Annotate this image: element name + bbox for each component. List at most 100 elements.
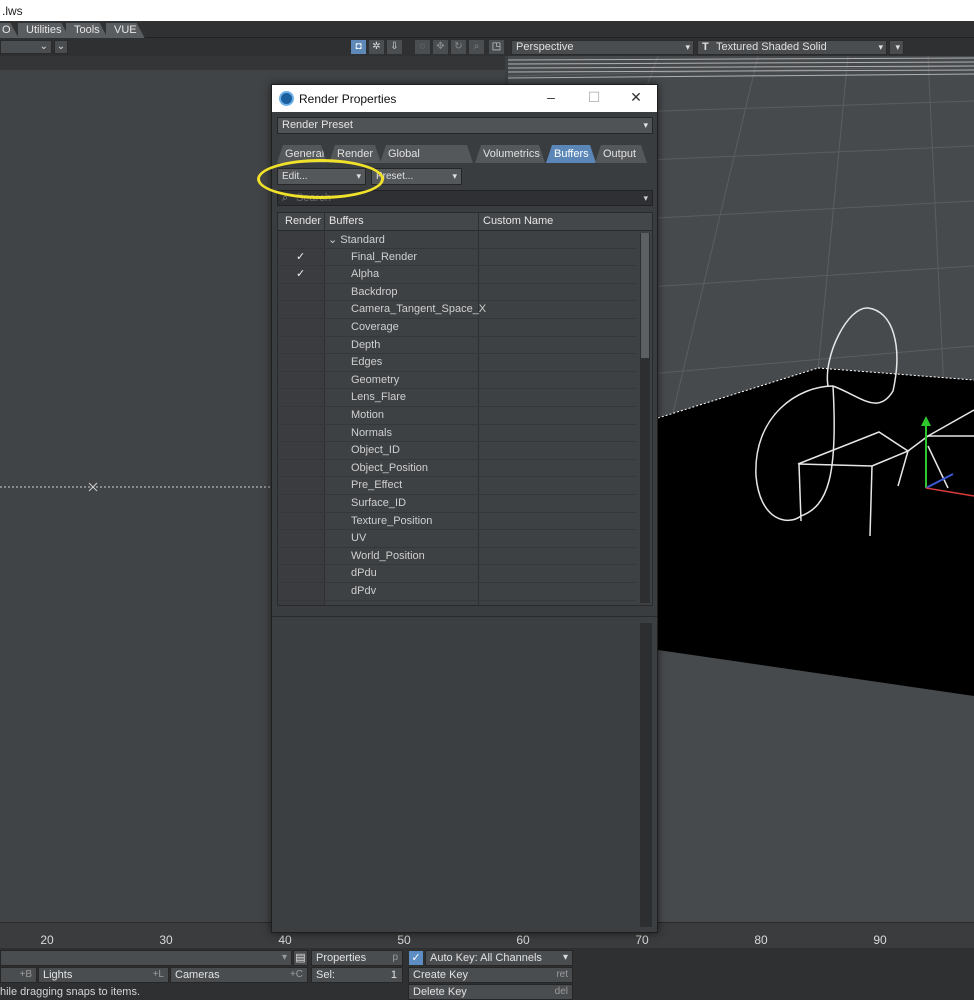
render-check-icon[interactable]: ✓	[296, 267, 305, 280]
zoom-icon[interactable]: ⌕	[469, 40, 484, 54]
circle-icon[interactable]: ◌	[415, 40, 430, 54]
dialog-title: Render Properties	[299, 92, 397, 106]
buffer-name: Final_Render	[351, 250, 418, 263]
selection-count: Sel: 1	[311, 967, 403, 983]
table-header: Render Buffers Custom Name	[278, 213, 652, 231]
table-row[interactable]: Lens_Flare	[278, 389, 636, 407]
menu-tab-tools[interactable]: Tools	[66, 23, 108, 38]
auto-key-dropdown[interactable]: Auto Key: All Channels ▾	[425, 950, 573, 966]
buffer-name: Depth	[351, 338, 381, 351]
render-preset-label: Render Preset	[282, 119, 353, 131]
cameras-label: Cameras	[175, 969, 220, 981]
chevron-down-icon: ⌄	[328, 234, 341, 246]
auto-key-label: Auto Key: All Channels	[430, 952, 542, 964]
table-row[interactable]: ✓ Final_Render	[278, 249, 636, 267]
chevron-down-icon: ▾	[643, 120, 648, 130]
properties-button[interactable]: Properties p	[311, 950, 403, 966]
lights-button[interactable]: Lights +L	[38, 967, 169, 983]
timeline-tick: 20	[40, 933, 54, 947]
timeline-tick: 30	[159, 933, 173, 947]
maximize-icon[interactable]: ☐	[584, 89, 604, 107]
shortcut-label: ret	[556, 969, 568, 980]
buffer-name: Surface_ID	[351, 497, 407, 509]
tab-buffers[interactable]: Buffers	[546, 145, 596, 163]
buffer-name: World_Position	[351, 549, 425, 562]
table-row[interactable]: Camera_Tangent_Space_X	[278, 301, 636, 319]
left-viewport-dropdown[interactable]: ⌄	[0, 40, 52, 54]
table-row[interactable]: Depth	[278, 337, 636, 355]
table-row[interactable]: dPdv	[278, 583, 636, 601]
table-row[interactable]: dPdu	[278, 565, 636, 583]
viewport-shading-label: Textured Shaded Solid	[716, 41, 827, 53]
group-label: Standard	[340, 234, 385, 246]
viewport-projection-label: Perspective	[516, 41, 574, 53]
table-row[interactable]: Motion	[278, 407, 636, 425]
tab-volumetrics[interactable]: Volumetrics	[475, 145, 545, 163]
buffer-name: Camera_Tangent_Space_X	[351, 303, 487, 316]
table-row[interactable]: UV	[278, 530, 636, 548]
left-viewport-options-dropdown[interactable]: ⌄	[54, 40, 68, 54]
table-row[interactable]: Geometry	[278, 372, 636, 390]
table-scrollbar-thumb[interactable]	[641, 233, 649, 358]
move-icon[interactable]: ✥	[433, 40, 448, 54]
tab-global-illumination[interactable]: Global Illumination	[380, 145, 473, 163]
menu-tab-o[interactable]: O	[0, 23, 19, 38]
table-row[interactable]: Edges	[278, 354, 636, 372]
group-row-standard[interactable]: ⌄ Standard	[278, 231, 636, 249]
table-row[interactable]: Normals	[278, 425, 636, 443]
maximize-icon[interactable]: ◳	[489, 40, 504, 54]
table-row[interactable]: Backdrop	[278, 284, 636, 302]
table-row[interactable]: Texture_Position	[278, 513, 636, 531]
panel-scrollbar[interactable]	[640, 623, 652, 927]
render-preset-dropdown[interactable]: Render Preset ▾	[277, 117, 653, 134]
buffer-name: Pre_Effect	[351, 479, 403, 492]
preset-dropdown[interactable]: Preset... ▾	[371, 168, 462, 185]
tab-output[interactable]: Output	[595, 145, 647, 163]
annotation-highlight-ellipse	[257, 159, 384, 199]
table-row[interactable]: Coverage	[278, 319, 636, 337]
buffer-name: Alpha	[351, 268, 380, 281]
item-selector-dropdown[interactable]: ▾	[0, 950, 292, 966]
table-row[interactable]: ✓ Alpha	[278, 266, 636, 284]
cameras-button[interactable]: Cameras +C	[170, 967, 308, 983]
chevron-down-icon: ▾	[643, 193, 648, 203]
buffer-name: Lens_Flare	[351, 391, 407, 404]
table-row[interactable]: World_Position	[278, 548, 636, 566]
viewport-shading-select[interactable]: T Textured Shaded Solid ▾	[697, 40, 887, 55]
close-icon[interactable]: ✕	[626, 89, 646, 107]
table-scrollbar[interactable]	[640, 233, 650, 603]
table-row[interactable]: Pre_Effect	[278, 477, 636, 495]
column-header-buffers[interactable]: Buffers	[329, 215, 364, 227]
shortcut-label: +C	[289, 969, 303, 980]
auto-key-checkbox[interactable]: ✓	[409, 951, 423, 965]
camera-icon[interactable]: ◘	[351, 40, 366, 54]
buffer-name: Geometry	[351, 373, 400, 386]
export-icon[interactable]: ⇩	[387, 40, 402, 54]
column-header-render[interactable]: Render	[285, 215, 321, 227]
column-header-custom-name[interactable]: Custom Name	[483, 215, 553, 227]
minimize-icon[interactable]: –	[541, 89, 561, 107]
buffer-name: Backdrop	[351, 285, 398, 298]
properties-label: Properties	[316, 952, 367, 964]
delete-key-button[interactable]: Delete Key del	[408, 984, 573, 1000]
bones-button[interactable]: +B	[0, 967, 37, 983]
buffer-properties-panel	[272, 616, 657, 932]
viewport-projection-select[interactable]: Perspective ▾	[511, 40, 694, 55]
buffer-name: dPdu	[351, 567, 377, 580]
create-key-button[interactable]: Create Key ret	[408, 967, 573, 983]
table-row[interactable]: Surface_ID	[278, 495, 636, 513]
menu-tab-utilities[interactable]: Utilities	[18, 23, 69, 38]
dialog-title-bar[interactable]: Render Properties – ☐ ✕	[272, 85, 657, 112]
buffer-name: Edges	[351, 356, 383, 369]
table-row[interactable]: Object_ID	[278, 442, 636, 460]
menu-tab-vue[interactable]: VUE	[106, 23, 145, 38]
chevron-down-icon: ▾	[281, 952, 287, 963]
render-check-icon[interactable]: ✓	[296, 250, 305, 263]
gear-icon[interactable]: ✲	[369, 40, 384, 54]
viewport-options-dropdown[interactable]: ▾	[889, 40, 904, 55]
chevron-down-icon: ▾	[562, 952, 568, 963]
lights-label: Lights	[43, 969, 73, 981]
table-row[interactable]: Object_Position	[278, 460, 636, 478]
rotate-icon[interactable]: ↻	[451, 40, 466, 54]
item-list-icon[interactable]: ▤	[293, 950, 308, 966]
